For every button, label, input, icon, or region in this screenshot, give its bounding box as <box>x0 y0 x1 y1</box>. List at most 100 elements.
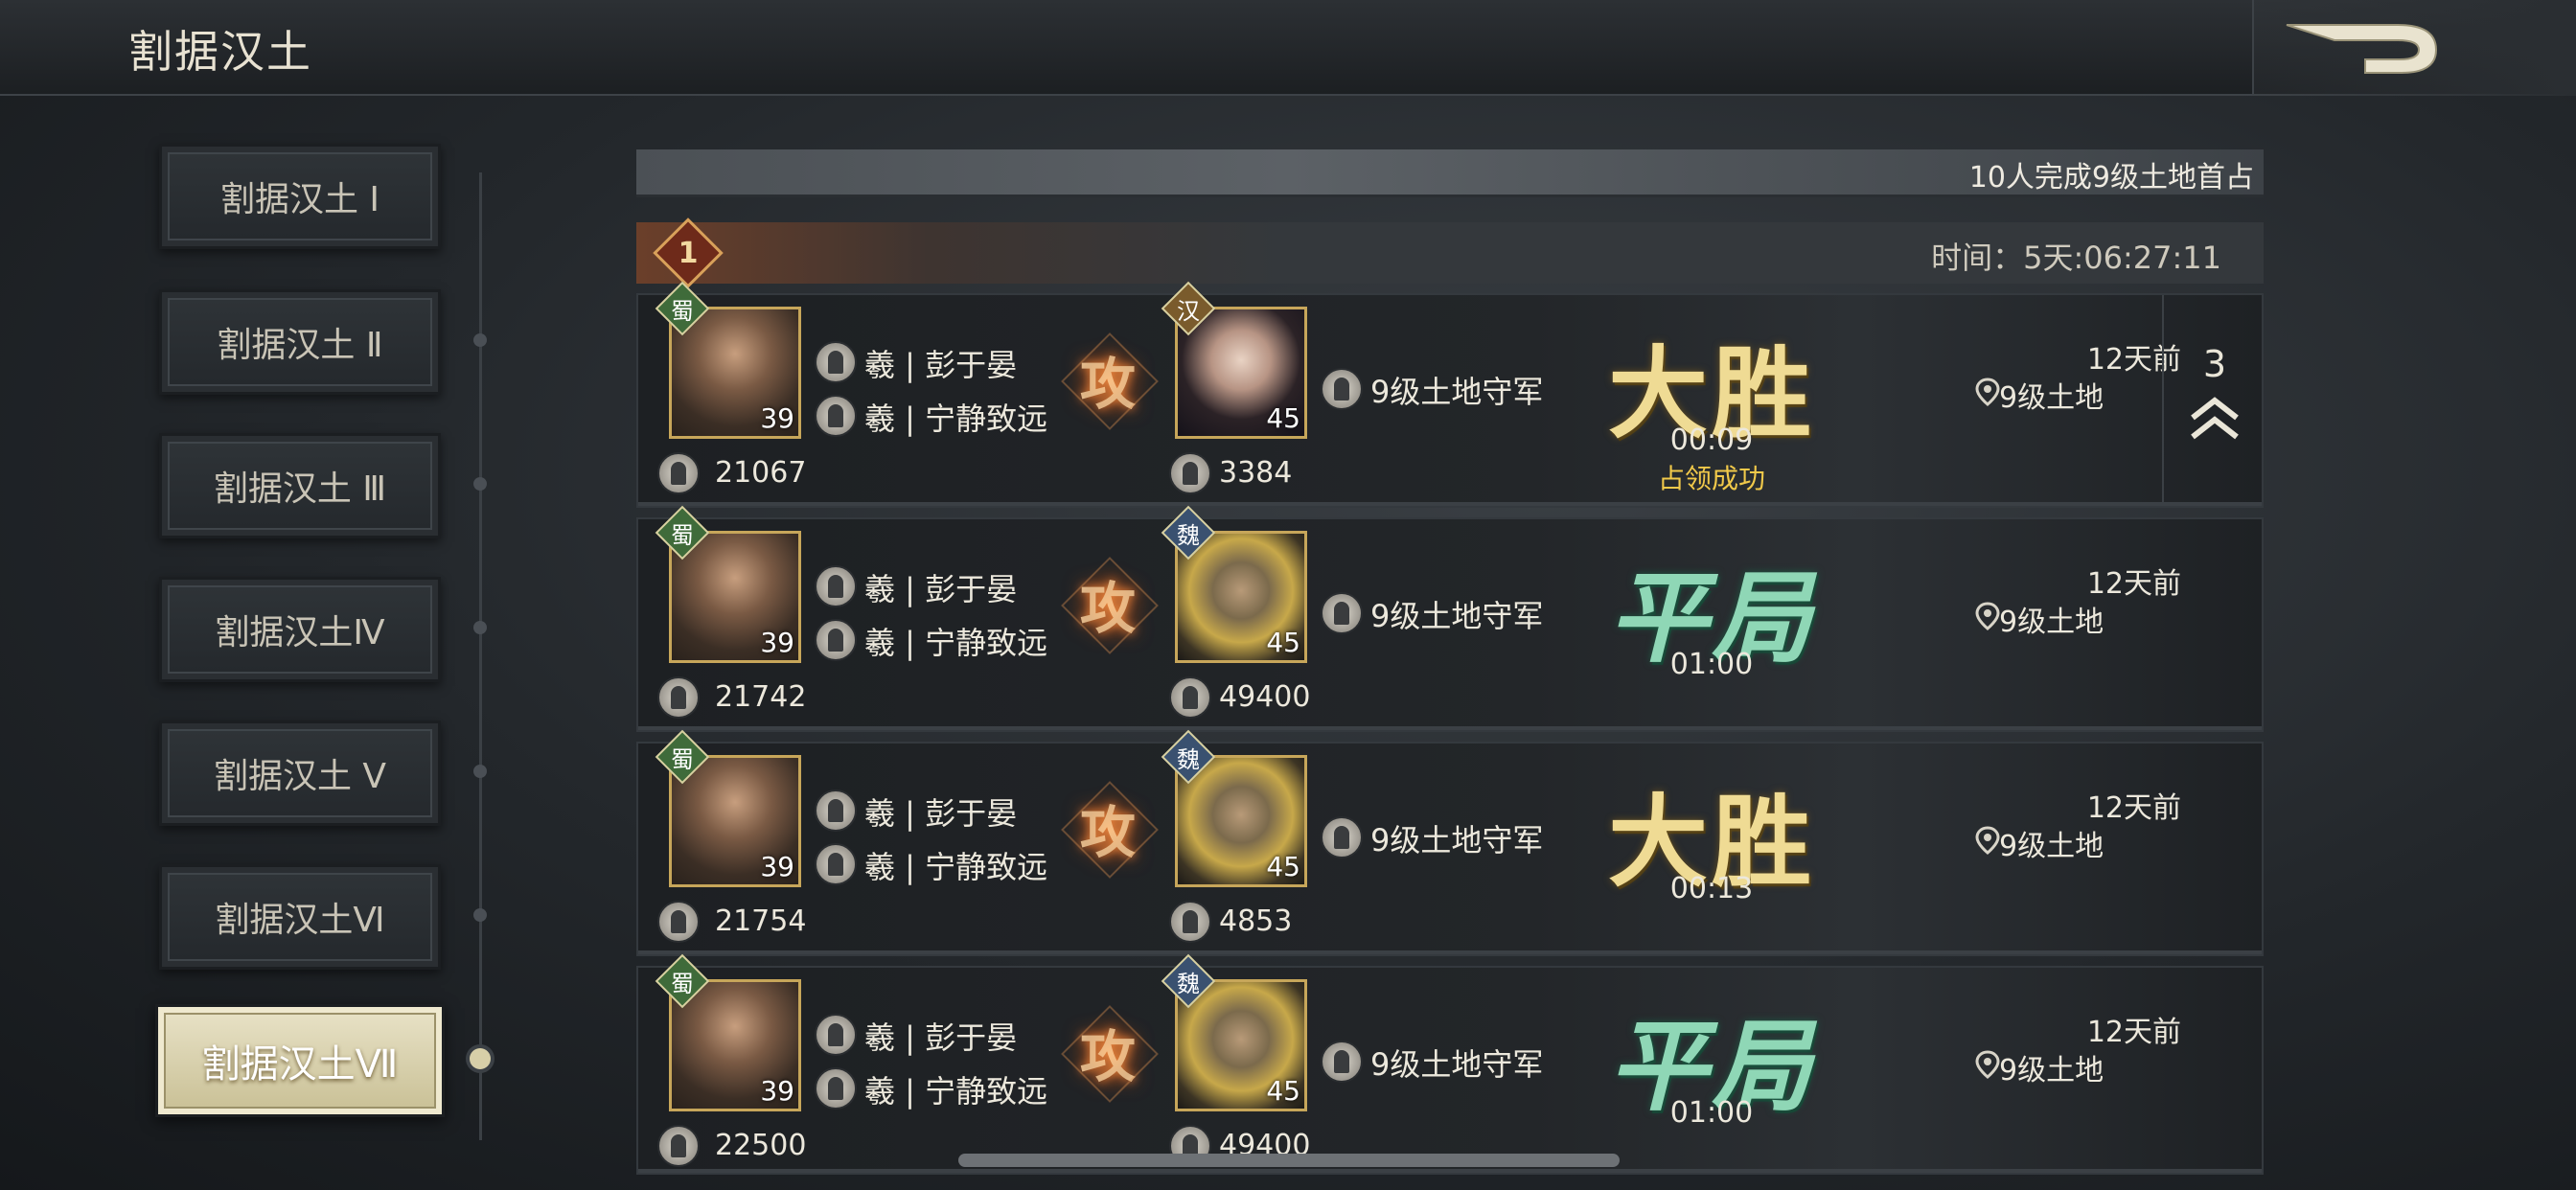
tab-label: 割据汉土 Ⅴ <box>213 757 387 796</box>
tab-region-6[interactable]: 割据汉土Ⅵ <box>159 864 441 970</box>
time-ago: 12天前 <box>2086 343 2181 377</box>
general-icon <box>1321 1041 1363 1083</box>
general-icon <box>1321 592 1363 634</box>
general-icon <box>815 341 857 383</box>
troops-icon <box>1169 452 1211 494</box>
battle-record-row[interactable]: 39 蜀 羲 | 彭于晏 羲 | 宁静致远 21742 攻 45 魏 9级土地守… <box>636 505 2264 732</box>
land-label: 9级土地 <box>1999 381 2104 415</box>
scrollbar[interactable] <box>958 1154 1620 1167</box>
tab-label: 割据汉土 Ⅱ <box>217 326 383 365</box>
general-icon <box>1321 368 1363 410</box>
back-arrow-icon <box>2286 24 2438 74</box>
tab-region-2[interactable]: 割据汉土 Ⅱ <box>159 289 441 395</box>
attacker-power: 22500 <box>715 1129 807 1162</box>
attack-badge: 攻 <box>1062 558 1154 650</box>
location-pin-icon <box>1975 1050 2000 1079</box>
double-chevron-up-icon <box>2191 397 2239 440</box>
attack-badge: 攻 <box>1062 782 1154 874</box>
faction-label: 蜀 <box>671 970 694 997</box>
faction-label: 汉 <box>1177 297 1200 325</box>
defender-level: 45 <box>1266 851 1300 882</box>
defender-level: 45 <box>1266 402 1300 434</box>
attacker-line2: 羲 | 宁静致远 <box>864 849 1048 885</box>
troops-icon <box>1169 901 1211 943</box>
attack-badge: 攻 <box>1062 333 1154 425</box>
attack-badge: 攻 <box>1062 1006 1154 1098</box>
tab-region-5[interactable]: 割据汉土 Ⅴ <box>159 721 441 826</box>
faction-label: 蜀 <box>671 521 694 549</box>
defender-name: 9级土地守军 <box>1370 822 1544 858</box>
time-ago: 12天前 <box>2086 791 2181 825</box>
faction-label: 魏 <box>1177 970 1200 997</box>
general-icon <box>1321 816 1363 858</box>
back-button[interactable] <box>2252 0 2576 96</box>
defender-name: 9级土地守军 <box>1370 1046 1544 1083</box>
attacker-level: 39 <box>760 851 794 882</box>
info-bar: 1 时间：5天:06:27:11 <box>636 217 2264 288</box>
attacker-level: 39 <box>760 627 794 658</box>
location-pin-icon <box>1975 602 2000 630</box>
tab-label: 割据汉土 Ⅰ <box>219 180 380 219</box>
tab-connector-dot <box>473 765 487 778</box>
occupy-status: 占领成功 <box>1657 463 1765 494</box>
battle-record-row[interactable]: 39 蜀 羲 | 彭于晏 羲 | 宁静致远 21754 攻 45 魏 9级土地守… <box>636 729 2264 956</box>
tab-connector-dot-active <box>470 1048 491 1069</box>
general-icon <box>815 790 857 832</box>
time-ago: 12天前 <box>2086 567 2181 601</box>
general-icon <box>815 1014 857 1056</box>
report-count: 3 <box>2202 343 2227 385</box>
faction-label: 魏 <box>1177 521 1200 549</box>
castle-icon <box>815 1067 857 1110</box>
tab-region-7[interactable]: 割据汉土Ⅶ <box>155 1004 445 1117</box>
attacker-level: 39 <box>760 1075 794 1107</box>
defender-level: 45 <box>1266 627 1300 658</box>
time-remaining: 时间：5天:06:27:11 <box>1931 240 2221 276</box>
expand-details-button[interactable]: 3 <box>2162 295 2264 506</box>
banner-text: 10人完成9级土地首占 <box>1968 161 2254 195</box>
land-label: 9级土地 <box>1999 1054 2104 1087</box>
attacker-power: 21742 <box>715 680 807 714</box>
battle-duration: 01:00 <box>1669 648 1754 681</box>
attacker-line1: 羲 | 彭于晏 <box>864 571 1018 607</box>
troops-icon <box>657 1125 700 1167</box>
top-bar: 割据汉土 <box>0 0 2576 96</box>
tab-connector-dot <box>473 621 487 634</box>
tab-connector-line <box>479 172 482 1140</box>
battle-duration: 01:00 <box>1669 1096 1754 1130</box>
tab-label: 割据汉土Ⅳ <box>215 613 385 652</box>
battle-duration: 00:13 <box>1669 872 1754 905</box>
attacker-line1: 羲 | 彭于晏 <box>864 1019 1018 1056</box>
defender-name: 9级土地守军 <box>1370 374 1544 410</box>
location-pin-icon <box>1975 826 2000 855</box>
faction-label: 蜀 <box>671 297 694 325</box>
castle-icon <box>815 843 857 885</box>
achievement-banner: 10人完成9级土地首占 <box>636 149 2264 197</box>
tab-region-4[interactable]: 割据汉土Ⅳ <box>159 577 441 682</box>
battle-record-row[interactable]: 39 蜀 羲 | 彭于晏 羲 | 宁静致远 21067 攻 45 汉 9级土地守… <box>636 281 2264 508</box>
tab-label: 割据汉土Ⅶ <box>201 1042 399 1087</box>
land-label: 9级土地 <box>1999 830 2104 863</box>
attacker-power: 21067 <box>715 456 807 490</box>
tab-connector-dot <box>473 333 487 347</box>
general-icon <box>815 565 857 607</box>
battle-record-row[interactable]: 39 蜀 羲 | 彭于晏 羲 | 宁静致远 22500 攻 45 魏 9级土地守… <box>636 953 2264 1175</box>
tab-connector-dot <box>473 477 487 491</box>
faction-label: 魏 <box>1177 745 1200 773</box>
time-ago: 12天前 <box>2086 1016 2181 1049</box>
defender-power: 49400 <box>1219 680 1311 714</box>
attacker-line2: 羲 | 宁静致远 <box>864 400 1048 437</box>
attacker-line2: 羲 | 宁静致远 <box>864 1073 1048 1110</box>
defender-power: 4853 <box>1219 904 1293 938</box>
defender-level: 45 <box>1266 1075 1300 1107</box>
troops-icon <box>657 676 700 719</box>
tab-connector-dot <box>473 908 487 922</box>
attacker-line1: 羲 | 彭于晏 <box>864 347 1018 383</box>
land-label: 9级土地 <box>1999 606 2104 639</box>
tab-region-3[interactable]: 割据汉土 Ⅲ <box>159 433 441 538</box>
tab-label: 割据汉土 Ⅲ <box>213 469 387 509</box>
location-pin-icon <box>1975 378 2000 406</box>
page-title: 割据汉土 <box>128 26 312 78</box>
battle-duration: 00:09 <box>1669 423 1754 457</box>
tab-region-1[interactable]: 割据汉土 Ⅰ <box>159 144 441 249</box>
tab-label: 割据汉土Ⅵ <box>215 901 385 940</box>
